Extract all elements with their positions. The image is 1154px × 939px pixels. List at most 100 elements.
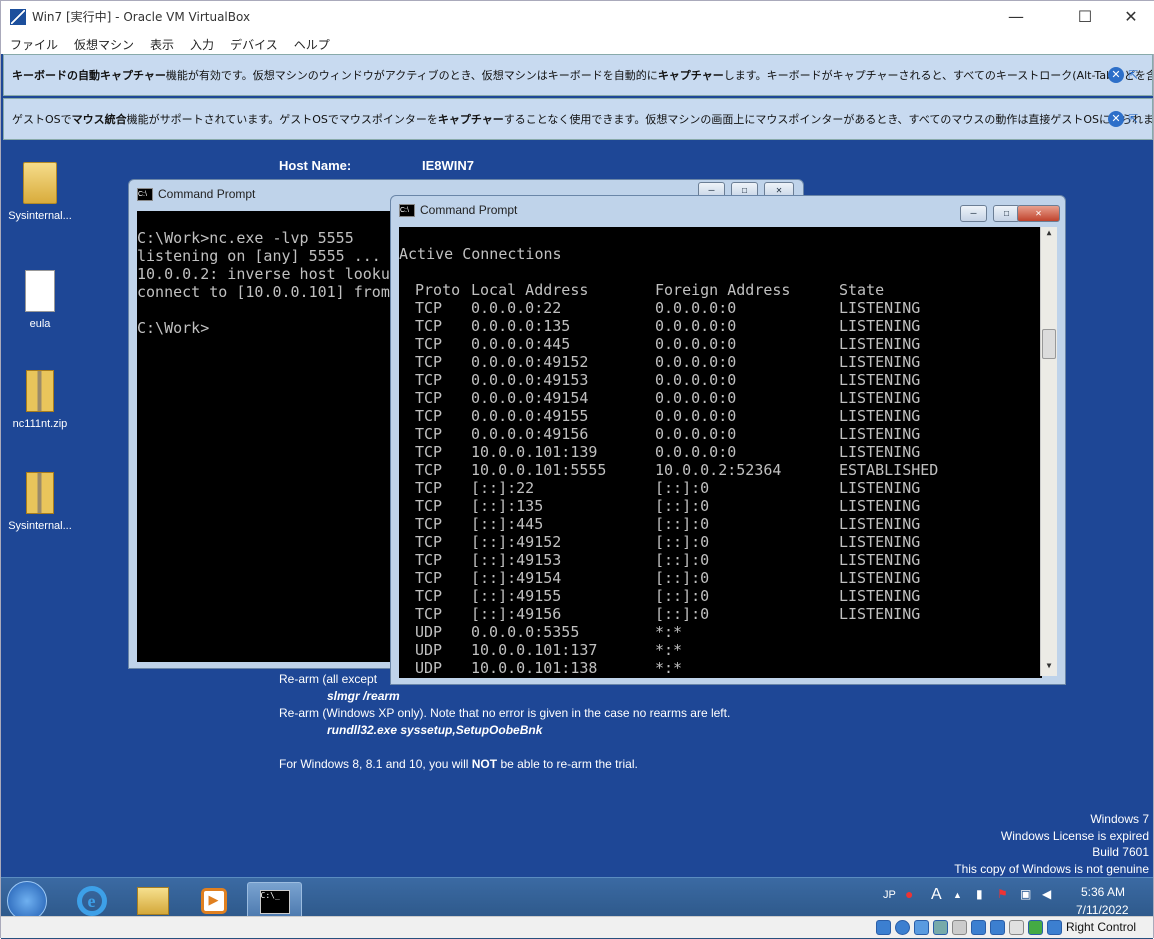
display-icon[interactable] bbox=[990, 920, 1005, 935]
network-icon[interactable]: ▣ bbox=[1020, 887, 1031, 901]
video-capture-icon[interactable] bbox=[1009, 920, 1024, 935]
notice-text: することなく使用できます。仮想マシンの画面上にマウスポインターがあるとき、すべて… bbox=[503, 113, 1153, 126]
mouse-integration-icon[interactable] bbox=[1047, 920, 1062, 935]
table-header: Proto Local Address Foreign Address State bbox=[399, 281, 1042, 299]
scroll-down-icon[interactable]: ▼ bbox=[1041, 661, 1057, 675]
table-row: UDP 10.0.0.101:138 *:* bbox=[399, 659, 1042, 677]
internet-explorer-icon[interactable]: e bbox=[64, 882, 119, 920]
window-title: C:\ Command Prompt bbox=[137, 187, 255, 201]
table-cell: [::]:0 bbox=[655, 515, 710, 533]
action-center-icon[interactable]: ⚑ bbox=[997, 887, 1008, 901]
command-prompt-taskbar-button[interactable]: C:\_ bbox=[247, 882, 302, 920]
table-cell: TCP bbox=[415, 425, 443, 443]
media-player-icon[interactable]: ▶ bbox=[186, 882, 241, 920]
do-not-show-icon[interactable]: ⇱ bbox=[1128, 67, 1144, 83]
table-cell: [::]:0 bbox=[655, 551, 710, 569]
desktop-icon-sysinternals-zip[interactable]: Sysinternal... bbox=[4, 472, 76, 532]
title-text: Command Prompt bbox=[158, 187, 256, 201]
maximize-button[interactable]: ☐ bbox=[993, 205, 1020, 222]
title-bar[interactable]: Win7 [実行中] - Oracle VM VirtualBox — ☐ ✕ bbox=[1, 1, 1154, 32]
table-cell: [::]:0 bbox=[655, 587, 710, 605]
table-cell: 10.0.0.101:137 bbox=[471, 641, 598, 659]
table-cell: LISTENING bbox=[839, 587, 921, 605]
table-cell: [::]:0 bbox=[655, 497, 710, 515]
notice-bold: マウス統合 bbox=[71, 113, 127, 126]
virtualization-icon[interactable] bbox=[1028, 920, 1043, 935]
window-title: C:\ Command Prompt bbox=[399, 203, 517, 217]
start-button-icon[interactable] bbox=[7, 881, 47, 921]
table-cell: Proto bbox=[415, 281, 461, 299]
show-hidden-icons-icon[interactable]: ▲ bbox=[953, 890, 962, 900]
table-cell: *:* bbox=[655, 641, 683, 659]
table-cell: 0.0.0.0:0 bbox=[655, 317, 737, 335]
network-adapter-icon[interactable] bbox=[933, 920, 948, 935]
table-cell: TCP bbox=[415, 461, 443, 479]
close-button[interactable]: ✕ bbox=[1017, 205, 1060, 222]
menu-view[interactable]: 表示 bbox=[141, 32, 181, 54]
ime-icon[interactable]: ● bbox=[905, 886, 913, 902]
table-cell: State bbox=[839, 281, 885, 299]
minimize-button[interactable]: — bbox=[993, 1, 1039, 32]
battery-icon[interactable]: ▮ bbox=[976, 887, 983, 901]
table-cell: 0.0.0.0:0 bbox=[655, 299, 737, 317]
table-cell: LISTENING bbox=[839, 515, 921, 533]
desktop-icon-eula[interactable]: eula bbox=[4, 270, 76, 330]
mouse-integration-notice: ゲストOSで マウス統合 機能がサポートされています。ゲストOSでマウスポインターを… bbox=[3, 98, 1153, 140]
maximize-button[interactable]: ☐ bbox=[1062, 1, 1108, 32]
table-cell: TCP bbox=[415, 569, 443, 587]
menu-input[interactable]: 入力 bbox=[181, 32, 221, 54]
table-row: TCP 0.0.0.0:49155 0.0.0.0:0 LISTENING bbox=[399, 407, 1042, 425]
desktop-icon-sysinternals[interactable]: Sysinternal... bbox=[4, 162, 76, 222]
table-cell: 0.0.0.0:22 bbox=[471, 299, 562, 317]
language-indicator[interactable]: JP bbox=[883, 889, 896, 901]
table-cell: 0.0.0.0:135 bbox=[471, 317, 571, 335]
ime-mode[interactable]: A bbox=[931, 886, 942, 904]
table-cell: TCP bbox=[415, 443, 443, 461]
notice-text: 機能が有効です。仮想マシンのウィンドウがアクティブのとき、仮想マシンはキーボード… bbox=[165, 69, 658, 82]
table-cell: [::]:49154 bbox=[471, 569, 562, 587]
usb-icon[interactable] bbox=[952, 920, 967, 935]
clock-time[interactable]: 5:36 AM bbox=[1081, 885, 1125, 899]
scroll-up-icon[interactable]: ▲ bbox=[1041, 228, 1057, 242]
host-name-label: Host Name: bbox=[279, 158, 352, 173]
command-prompt-window-front[interactable]: C:\ Command Prompt — ☐ ✕ Active Connectio… bbox=[390, 195, 1066, 685]
menu-file[interactable]: ファイル bbox=[1, 32, 65, 54]
close-notice-icon[interactable]: ✕ bbox=[1108, 67, 1124, 83]
table-row: TCP 0.0.0.0:49156 0.0.0.0:0 LISTENING bbox=[399, 425, 1042, 443]
table-cell: 0.0.0.0:0 bbox=[655, 443, 737, 461]
file-explorer-icon[interactable] bbox=[125, 882, 180, 920]
close-button[interactable]: ✕ bbox=[1108, 1, 1154, 32]
volume-icon[interactable]: ◀ bbox=[1042, 887, 1051, 901]
vm-display[interactable]: キーボードの自動キャプチャー 機能が有効です。仮想マシンのウィンドウがアクティブの… bbox=[1, 54, 1153, 939]
do-not-show-icon[interactable]: ⇱ bbox=[1128, 111, 1144, 127]
close-notice-icon[interactable]: ✕ bbox=[1108, 111, 1124, 127]
host-key-label: Right Control bbox=[1066, 920, 1137, 934]
shared-folders-icon[interactable] bbox=[971, 920, 986, 935]
menu-bar: ファイル 仮想マシン 表示 入力 デバイス ヘルプ bbox=[1, 32, 1154, 54]
optical-drive-icon[interactable] bbox=[895, 920, 910, 935]
table-cell: LISTENING bbox=[839, 353, 921, 371]
table-cell: TCP bbox=[415, 479, 443, 497]
menu-devices[interactable]: デバイス bbox=[221, 32, 285, 54]
scroll-thumb[interactable] bbox=[1042, 329, 1056, 359]
vm-status-bar: Right Control bbox=[1, 916, 1153, 938]
table-cell: TCP bbox=[415, 515, 443, 533]
hard-disk-icon[interactable] bbox=[876, 920, 891, 935]
minimize-button[interactable]: — bbox=[960, 205, 987, 222]
menu-help[interactable]: ヘルプ bbox=[285, 32, 337, 54]
table-row: TCP [::]:49156 [::]:0 LISTENING bbox=[399, 605, 1042, 623]
console-output[interactable]: Active Connections Proto Local Address Fore… bbox=[399, 227, 1042, 678]
table-cell: 10.0.0.101:5555 bbox=[471, 461, 607, 479]
audio-icon[interactable] bbox=[914, 920, 929, 935]
menu-machine[interactable]: 仮想マシン bbox=[65, 32, 141, 54]
clock-date[interactable]: 7/11/2022 bbox=[1076, 903, 1129, 917]
folder-icon bbox=[23, 162, 57, 204]
desktop-icon-nc111nt-zip[interactable]: nc111nt.zip bbox=[4, 370, 76, 430]
table-cell: 0.0.0.0:0 bbox=[655, 335, 737, 353]
vertical-scrollbar[interactable]: ▲ ▼ bbox=[1040, 227, 1057, 676]
table-row: TCP [::]:49154 [::]:0 LISTENING bbox=[399, 569, 1042, 587]
table-row: TCP [::]:22 [::]:0 LISTENING bbox=[399, 479, 1042, 497]
notice-text: します。キーボードがキャプチャーされると、すべてのキーストローク(Alt-Tab… bbox=[723, 69, 1152, 82]
